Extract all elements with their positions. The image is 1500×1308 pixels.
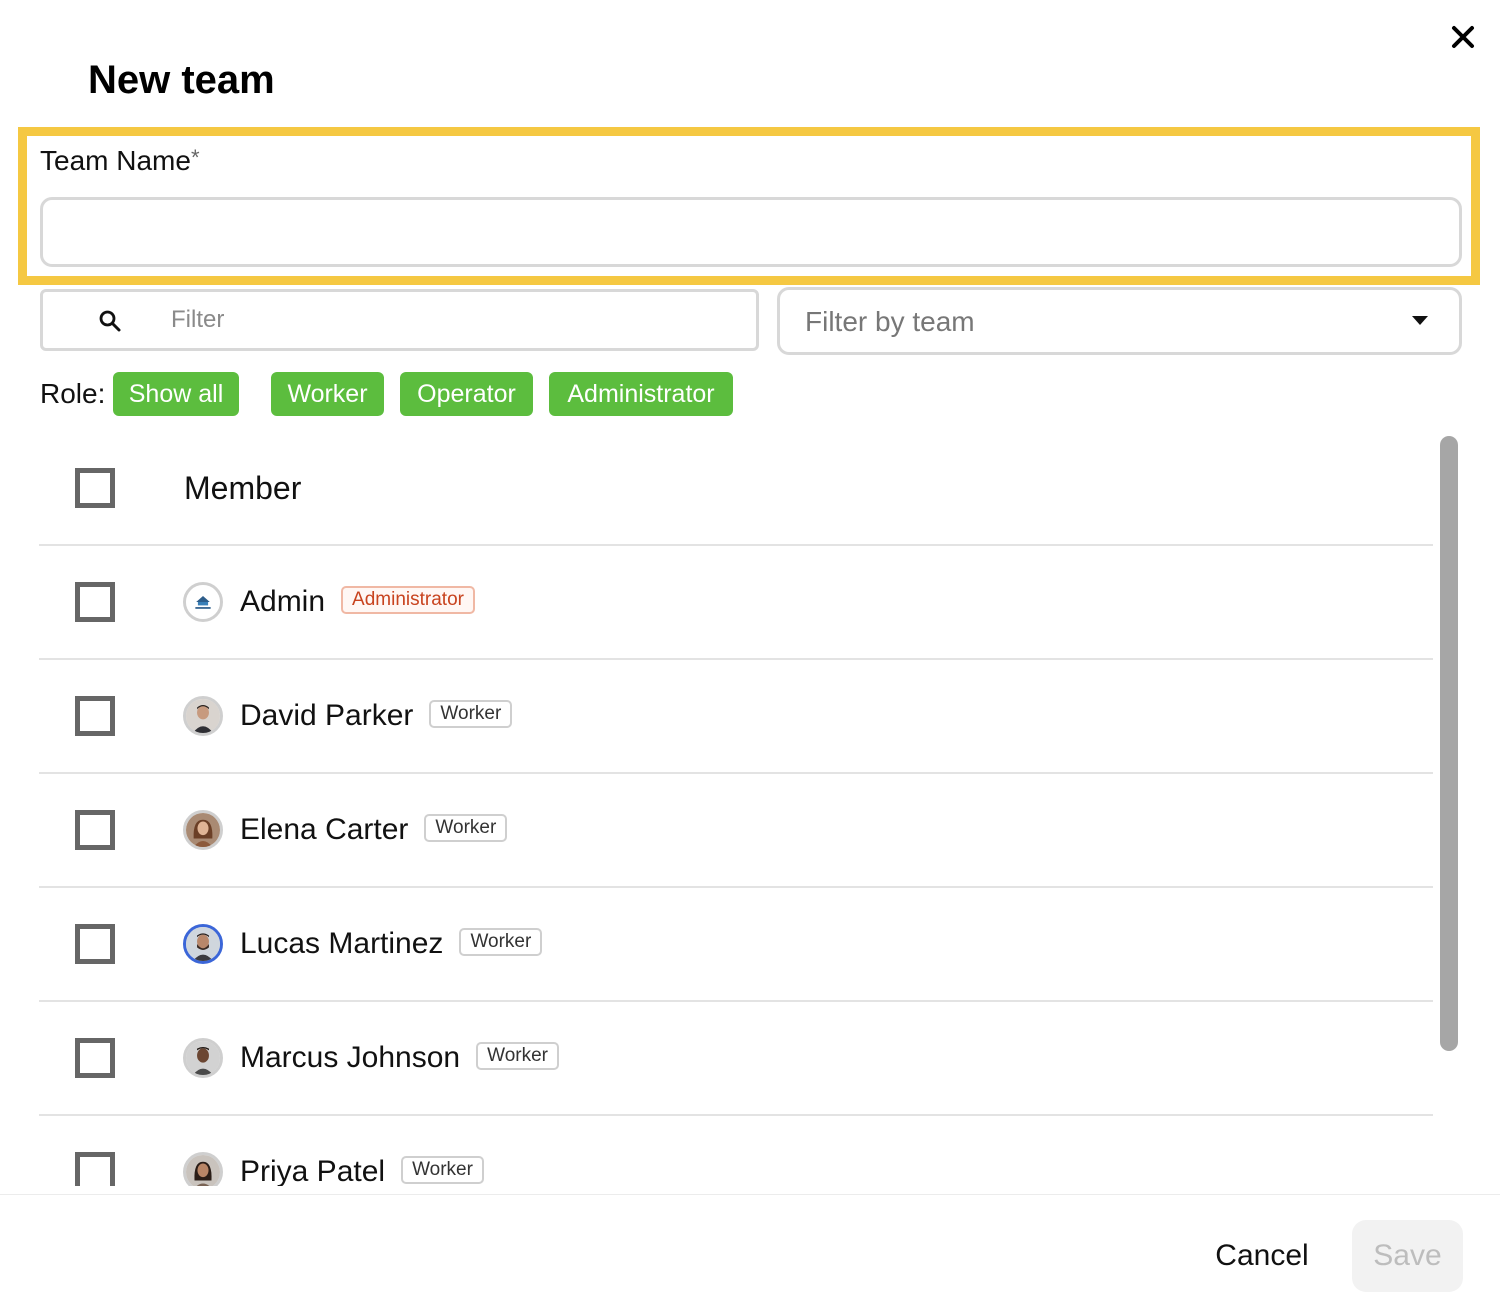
avatar bbox=[183, 696, 223, 736]
close-button[interactable] bbox=[1444, 18, 1482, 56]
role-badge: Worker bbox=[424, 814, 508, 843]
member-name: Lucas Martinez bbox=[240, 927, 444, 960]
member-name: Elena Carter bbox=[240, 813, 409, 846]
company-logo-icon bbox=[186, 585, 220, 619]
team-name-input[interactable] bbox=[40, 197, 1462, 267]
member-name: Admin bbox=[240, 585, 326, 618]
member-name-line: David Parker Worker bbox=[240, 699, 513, 733]
avatar bbox=[183, 924, 223, 964]
role-chip-administrator[interactable]: Administrator bbox=[549, 372, 733, 416]
save-button[interactable]: Save bbox=[1352, 1220, 1463, 1292]
member-name: Priya Patel bbox=[240, 1155, 386, 1186]
table-row[interactable]: Elena Carter Worker bbox=[0, 773, 1440, 888]
close-icon bbox=[1452, 26, 1474, 48]
avatar bbox=[183, 810, 223, 850]
member-name-line: Lucas Martinez Worker bbox=[240, 927, 543, 961]
footer-divider bbox=[0, 1194, 1500, 1195]
member-name-line: Priya Patel Worker bbox=[240, 1155, 484, 1186]
member-list: Member Admin Administrator David Parker … bbox=[0, 430, 1440, 1186]
table-row[interactable]: David Parker Worker bbox=[0, 659, 1440, 774]
member-filter-field[interactable] bbox=[40, 289, 759, 351]
role-badge: Administrator bbox=[341, 586, 475, 615]
dialog-title: New team bbox=[88, 58, 275, 102]
required-mark: * bbox=[190, 145, 200, 170]
role-badge: Worker bbox=[401, 1156, 484, 1185]
table-row[interactable]: Admin Administrator bbox=[0, 545, 1440, 660]
team-filter-placeholder: Filter by team bbox=[805, 306, 975, 337]
team-name-label: Team Name* bbox=[40, 145, 200, 177]
member-name-line: Elena Carter Worker bbox=[240, 813, 508, 847]
avatar bbox=[183, 1152, 223, 1186]
person-avatar-icon bbox=[186, 927, 220, 961]
row-checkbox[interactable] bbox=[75, 696, 115, 736]
member-name: Marcus Johnson bbox=[240, 1041, 461, 1074]
table-row[interactable]: Lucas Martinez Worker bbox=[0, 887, 1440, 1002]
filter-input[interactable] bbox=[171, 300, 731, 340]
cancel-button[interactable]: Cancel bbox=[1195, 1222, 1329, 1290]
person-avatar-icon bbox=[186, 1155, 220, 1186]
role-chip-worker[interactable]: Worker bbox=[271, 372, 384, 416]
role-badge: Worker bbox=[476, 1042, 559, 1071]
person-avatar-icon bbox=[186, 813, 220, 847]
table-header: Member bbox=[0, 430, 1440, 545]
team-filter-select[interactable]: Filter by team bbox=[777, 287, 1462, 355]
member-name-line: Marcus Johnson Worker bbox=[240, 1041, 559, 1075]
row-checkbox[interactable] bbox=[75, 1152, 115, 1186]
avatar bbox=[183, 582, 223, 622]
list-scrollbar[interactable] bbox=[1440, 436, 1458, 1051]
member-name: David Parker bbox=[240, 699, 414, 732]
table-row[interactable]: Marcus Johnson Worker bbox=[0, 1001, 1440, 1116]
person-avatar-icon bbox=[186, 699, 220, 733]
table-row[interactable]: Priya Patel Worker bbox=[0, 1115, 1440, 1186]
role-badge: Worker bbox=[429, 700, 513, 729]
role-label: Role: bbox=[40, 378, 106, 409]
member-name-line: Admin Administrator bbox=[240, 585, 475, 619]
person-avatar-icon bbox=[186, 1041, 220, 1075]
role-chip-show-all[interactable]: Show all bbox=[113, 372, 239, 416]
role-chip-operator[interactable]: Operator bbox=[400, 372, 533, 416]
row-checkbox[interactable] bbox=[75, 582, 115, 622]
caret-down-icon bbox=[1412, 316, 1428, 325]
team-name-label-text: Team Name bbox=[40, 145, 191, 176]
row-checkbox[interactable] bbox=[75, 924, 115, 964]
row-checkbox[interactable] bbox=[75, 810, 115, 850]
member-column-header: Member bbox=[184, 470, 302, 506]
row-checkbox[interactable] bbox=[75, 1038, 115, 1078]
search-icon bbox=[99, 310, 121, 332]
scrollbar-thumb[interactable] bbox=[1440, 436, 1458, 1051]
role-badge: Worker bbox=[459, 928, 543, 957]
select-all-checkbox[interactable] bbox=[75, 468, 115, 508]
avatar bbox=[183, 1038, 223, 1078]
